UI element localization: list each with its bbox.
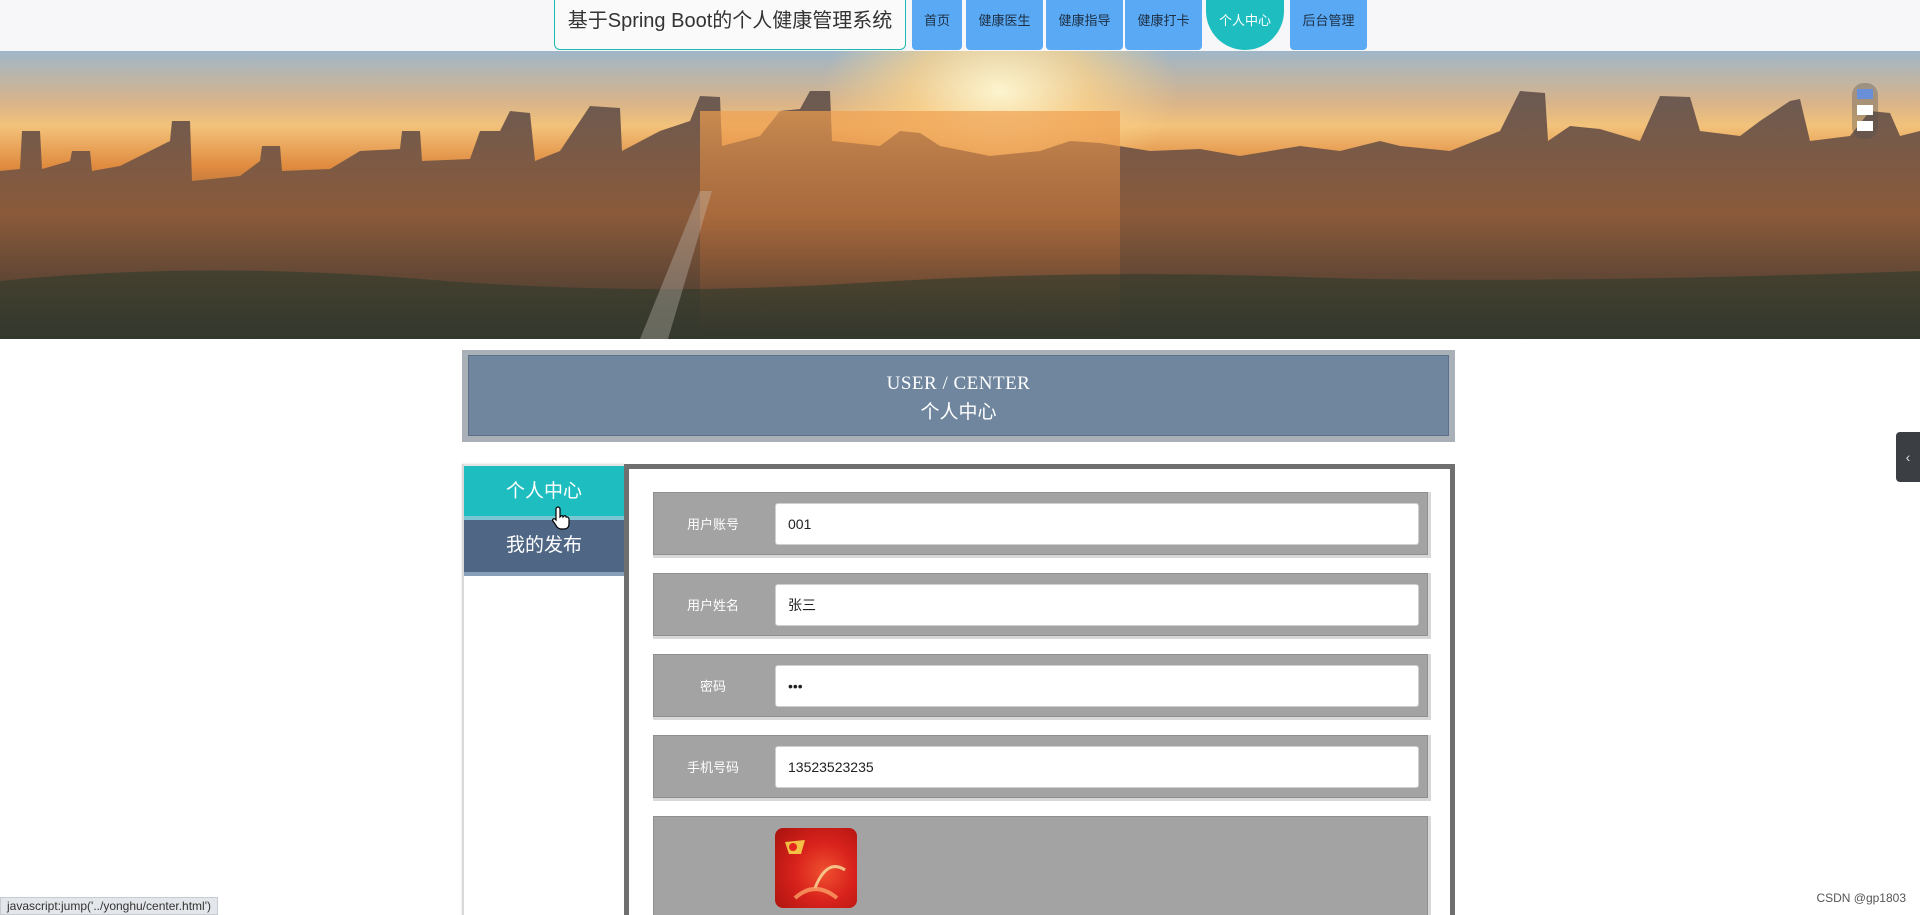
section-title-zh: 个人中心 <box>920 402 997 423</box>
side-item-my-posts[interactable]: 我的发布 <box>464 520 624 576</box>
phone-label: 手机号码 <box>686 760 739 775</box>
watermark-text: CSDN @gp1803 <box>1816 891 1906 905</box>
name-input[interactable] <box>775 584 1419 626</box>
form-row-account: 用户账号 <box>653 492 1431 558</box>
form-row-avatar <box>653 816 1431 915</box>
section-title-en: USER / CENTER <box>886 373 1031 394</box>
avatar-image[interactable] <box>775 828 857 908</box>
slider-dot-2[interactable] <box>1857 105 1873 115</box>
nav-health-doctor[interactable]: 健康医生 <box>966 0 1043 50</box>
status-bar-url: javascript:jump('../yonghu/center.html') <box>0 897 218 915</box>
nav-admin[interactable]: 后台管理 <box>1290 0 1367 50</box>
city-skyline-illustration <box>0 91 1920 339</box>
form-row-password: 密码 <box>653 654 1431 720</box>
site-title: 基于Spring Boot的个人健康管理系统 <box>554 0 906 50</box>
profile-form-panel: 用户账号 用户姓名 密码 手机号码 <box>624 464 1455 915</box>
slider-dot-3[interactable] <box>1857 121 1873 131</box>
banner-slider-dots <box>1852 83 1878 139</box>
nav-health-checkin[interactable]: 健康打卡 <box>1125 0 1202 50</box>
account-label: 用户账号 <box>686 517 739 532</box>
nav-home[interactable]: 首页 <box>912 0 962 50</box>
password-input[interactable] <box>775 665 1419 707</box>
avatar-emblem-icon <box>785 840 846 900</box>
user-side-menu: 个人中心 我的发布 <box>462 464 624 915</box>
name-label: 用户姓名 <box>686 598 739 613</box>
hand-pointer-icon <box>552 506 570 530</box>
password-label: 密码 <box>699 679 726 694</box>
chevron-left-icon[interactable]: ‹ <box>1896 432 1920 482</box>
form-row-name: 用户姓名 <box>653 573 1431 639</box>
account-input[interactable] <box>775 503 1419 545</box>
top-navbar: 基于Spring Boot的个人健康管理系统 首页 健康医生 健康指导 健康打卡… <box>0 0 1920 51</box>
nav-personal-center[interactable]: 个人中心 <box>1206 0 1284 50</box>
side-item-personal-center[interactable]: 个人中心 <box>464 464 624 520</box>
phone-input[interactable] <box>775 746 1419 788</box>
nav-health-guide[interactable]: 健康指导 <box>1046 0 1123 50</box>
hero-banner-image <box>0 51 1920 339</box>
section-header: USER / CENTER 个人中心 <box>462 350 1455 442</box>
slider-dot-1[interactable] <box>1857 89 1873 99</box>
form-row-phone: 手机号码 <box>653 735 1431 801</box>
